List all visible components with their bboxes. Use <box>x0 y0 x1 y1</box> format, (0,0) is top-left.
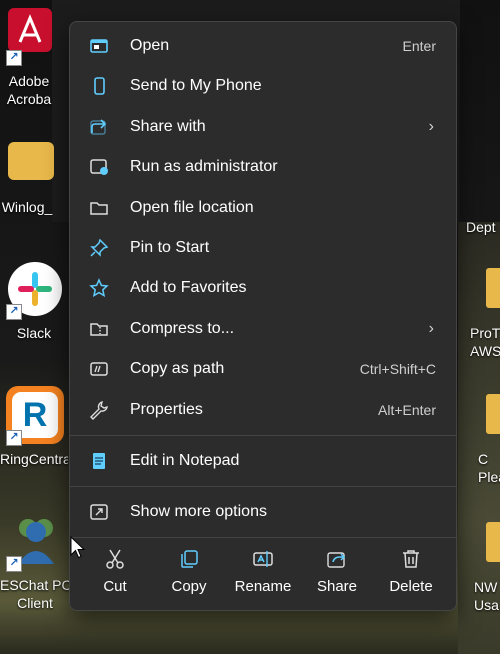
context-menu: Open Enter Send to My Phone Share with ›… <box>69 21 457 611</box>
menu-item-label: Copy as path <box>130 360 225 377</box>
desktop-icon-partial[interactable]: Dept <box>466 218 500 236</box>
shortcut-arrow-icon: ↗ <box>6 50 22 66</box>
phone-icon <box>88 75 110 97</box>
more-options-icon <box>88 501 110 523</box>
folder-icon <box>486 394 500 434</box>
share-icon <box>326 548 348 570</box>
shortcut-arrow-icon: ↗ <box>6 304 22 320</box>
desktop-icon-label: NW <box>474 579 498 595</box>
desktop-icon-partial[interactable]: C Plea <box>478 450 500 486</box>
menu-item-open-file-location[interactable]: Open file location <box>76 189 450 227</box>
menu-item-label: Share with <box>130 118 206 135</box>
folder-icon <box>486 268 500 308</box>
desktop-icon-label: ProT <box>470 325 500 341</box>
copy-label: Copy <box>171 577 207 595</box>
folder-icon <box>486 522 500 562</box>
folder-icon <box>88 197 110 219</box>
trash-icon <box>400 548 422 570</box>
desktop-icon-partial[interactable]: NW Usa <box>474 578 500 614</box>
menu-item-compress-to[interactable]: Compress to... › <box>76 310 450 348</box>
desktop-icon-label: Client <box>17 595 53 611</box>
wrench-icon <box>88 399 110 421</box>
shortcut-text: Alt+Enter <box>378 402 436 418</box>
menu-item-label: Properties <box>130 401 203 418</box>
shortcut-arrow-icon: ↗ <box>6 430 22 446</box>
menu-item-run-as-admin[interactable]: Run as administrator <box>76 148 450 186</box>
desktop-icon-label: ESChat PC <box>0 577 70 593</box>
desktop-icon-label: Dept <box>466 219 496 235</box>
star-icon <box>88 277 110 299</box>
shortcut-text: Ctrl+Shift+C <box>359 361 436 377</box>
desktop-icon-label: Slack <box>16 325 52 341</box>
shortcut-text: Enter <box>402 38 436 54</box>
desktop-icon-label: Plea <box>478 469 500 485</box>
rename-icon <box>252 548 274 570</box>
mouse-cursor-icon <box>70 536 86 560</box>
copy-path-icon <box>88 358 110 380</box>
menu-item-show-more-options[interactable]: Show more options <box>76 493 450 531</box>
copy-button[interactable]: Copy <box>154 538 224 604</box>
desktop-icon-partial[interactable]: ProT AWS <box>470 324 500 360</box>
menu-item-properties[interactable]: Properties Alt+Enter <box>76 391 450 429</box>
menu-item-pin-to-start[interactable]: Pin to Start <box>76 229 450 267</box>
delete-label: Delete <box>389 577 433 595</box>
folder-icon <box>8 142 54 180</box>
desktop-icon-label: AWS <box>470 343 500 359</box>
zip-icon <box>88 318 110 340</box>
cut-button[interactable]: Cut <box>80 538 150 604</box>
open-window-icon <box>88 35 110 57</box>
menu-item-label: Open <box>130 37 170 54</box>
share-button[interactable]: Share <box>302 538 372 604</box>
desktop-icon-label: RingCentra <box>0 451 68 467</box>
delete-button[interactable]: Delete <box>376 538 446 604</box>
rename-label: Rename <box>234 577 292 595</box>
separator <box>70 486 456 487</box>
menu-item-label: Pin to Start <box>130 239 210 256</box>
shortcut-arrow-icon: ↗ <box>6 556 22 572</box>
menu-item-open[interactable]: Open Enter <box>76 27 450 65</box>
menu-item-label: Show more options <box>130 503 267 520</box>
desktop-icon-label: Adobe <box>8 73 50 89</box>
action-bar: Cut Copy Rename Share Delete <box>70 538 456 612</box>
menu-item-copy-as-path[interactable]: Copy as path Ctrl+Shift+C <box>76 350 450 388</box>
desktop-icon-label: Acroba <box>6 91 52 107</box>
rename-button[interactable]: Rename <box>228 538 298 604</box>
menu-item-send-to-phone[interactable]: Send to My Phone <box>76 67 450 105</box>
menu-item-edit-in-notepad[interactable]: Edit in Notepad <box>76 442 450 480</box>
menu-item-label: Add to Favorites <box>130 279 247 296</box>
chevron-right-icon: › <box>428 320 434 337</box>
chevron-right-icon: › <box>428 118 434 135</box>
share-label: Share <box>316 577 358 595</box>
menu-item-label: Edit in Notepad <box>130 452 240 469</box>
separator <box>70 435 456 436</box>
cut-label: Cut <box>103 577 127 595</box>
copy-icon <box>178 548 200 570</box>
menu-item-label: Compress to... <box>130 320 235 337</box>
scissors-icon <box>104 548 126 570</box>
menu-item-add-to-favorites[interactable]: Add to Favorites <box>76 269 450 307</box>
menu-item-share-with[interactable]: Share with › <box>76 108 450 146</box>
pin-icon <box>88 237 110 259</box>
desktop-icon-label: C <box>478 451 489 467</box>
menu-item-label: Run as administrator <box>130 158 278 175</box>
desktop-icon-label: Usa <box>474 597 499 613</box>
adobe-icon <box>8 8 52 52</box>
admin-icon <box>88 156 110 178</box>
desktop-icon-label: Winlog_ <box>1 199 53 215</box>
menu-item-label: Send to My Phone <box>130 77 262 94</box>
menu-item-label: Open file location <box>130 199 254 216</box>
notepad-icon <box>88 450 110 472</box>
share-icon <box>88 116 110 138</box>
